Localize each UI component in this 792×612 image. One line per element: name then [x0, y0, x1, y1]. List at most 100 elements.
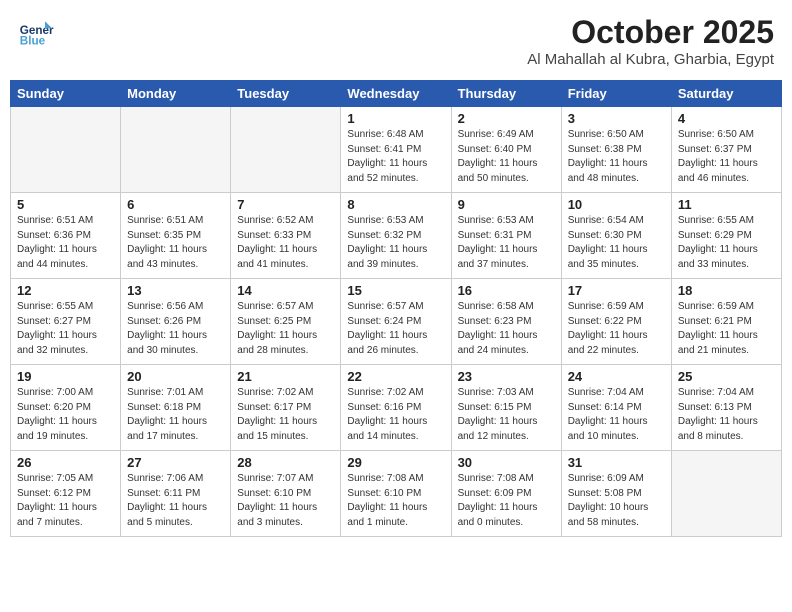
- calendar-cell: 1 Sunrise: 6:48 AM Sunset: 6:41 PM Daylig…: [341, 107, 451, 193]
- calendar-cell: 28 Sunrise: 7:07 AM Sunset: 6:10 PM Dayli…: [231, 451, 341, 537]
- cell-sun-info: Sunrise: 6:59 AM Sunset: 6:22 PM Dayligh…: [568, 300, 665, 358]
- calendar-cell: 7 Sunrise: 6:52 AM Sunset: 6:33 PM Daylig…: [231, 193, 341, 279]
- cell-sun-info: Sunrise: 7:01 AM Sunset: 6:18 PM Dayligh…: [127, 386, 224, 444]
- day-number: 27: [127, 455, 224, 470]
- cell-sun-info: Sunrise: 6:49 AM Sunset: 6:40 PM Dayligh…: [458, 128, 555, 186]
- cell-sun-info: Sunrise: 7:02 AM Sunset: 6:17 PM Dayligh…: [237, 386, 334, 444]
- cell-sun-info: Sunrise: 6:48 AM Sunset: 6:41 PM Dayligh…: [347, 128, 444, 186]
- day-number: 25: [678, 369, 775, 384]
- cell-sun-info: Sunrise: 6:51 AM Sunset: 6:36 PM Dayligh…: [17, 214, 114, 272]
- calendar-cell: 18 Sunrise: 6:59 AM Sunset: 6:21 PM Dayli…: [671, 279, 781, 365]
- cell-sun-info: Sunrise: 6:50 AM Sunset: 6:37 PM Dayligh…: [678, 128, 775, 186]
- calendar-cell: 23 Sunrise: 7:03 AM Sunset: 6:15 PM Dayli…: [451, 365, 561, 451]
- calendar-cell: [11, 107, 121, 193]
- calendar-table: SundayMondayTuesdayWednesdayThursdayFrid…: [10, 80, 782, 537]
- week-row-2: 5 Sunrise: 6:51 AM Sunset: 6:36 PM Daylig…: [11, 193, 782, 279]
- calendar-cell: 10 Sunrise: 6:54 AM Sunset: 6:30 PM Dayli…: [561, 193, 671, 279]
- day-number: 20: [127, 369, 224, 384]
- cell-sun-info: Sunrise: 6:52 AM Sunset: 6:33 PM Dayligh…: [237, 214, 334, 272]
- calendar-cell: 19 Sunrise: 7:00 AM Sunset: 6:20 PM Dayli…: [11, 365, 121, 451]
- calendar-cell: 22Sunrise: 7:02 AM Sunset: 6:16 PM Dayli…: [341, 365, 451, 451]
- weekday-header-monday: Monday: [121, 81, 231, 107]
- weekday-header-tuesday: Tuesday: [231, 81, 341, 107]
- day-number: 8: [347, 197, 444, 212]
- calendar-cell: 5 Sunrise: 6:51 AM Sunset: 6:36 PM Daylig…: [11, 193, 121, 279]
- week-row-1: 1 Sunrise: 6:48 AM Sunset: 6:41 PM Daylig…: [11, 107, 782, 193]
- calendar-cell: 20 Sunrise: 7:01 AM Sunset: 6:18 PM Dayli…: [121, 365, 231, 451]
- weekday-header-sunday: Sunday: [11, 81, 121, 107]
- calendar-cell: 21 Sunrise: 7:02 AM Sunset: 6:17 PM Dayli…: [231, 365, 341, 451]
- day-number: 10: [568, 197, 665, 212]
- calendar-cell: 15 Sunrise: 6:57 AM Sunset: 6:24 PM Dayli…: [341, 279, 451, 365]
- calendar-cell: [671, 451, 781, 537]
- calendar-cell: [121, 107, 231, 193]
- calendar-cell: 8 Sunrise: 6:53 AM Sunset: 6:32 PM Daylig…: [341, 193, 451, 279]
- day-number: 26: [17, 455, 114, 470]
- cell-sun-info: Sunrise: 7:00 AM Sunset: 6:20 PM Dayligh…: [17, 386, 114, 444]
- day-number: 29: [347, 455, 444, 470]
- day-number: 5: [17, 197, 114, 212]
- cell-sun-info: Sunrise: 7:07 AM Sunset: 6:10 PM Dayligh…: [237, 472, 334, 530]
- day-number: 17: [568, 283, 665, 298]
- page-header: General Blue October 2025 Al Mahallah al…: [10, 10, 782, 72]
- calendar-cell: 25 Sunrise: 7:04 AM Sunset: 6:13 PM Dayli…: [671, 365, 781, 451]
- cell-sun-info: Sunrise: 6:59 AM Sunset: 6:21 PM Dayligh…: [678, 300, 775, 358]
- cell-sun-info: Sunrise: 7:05 AM Sunset: 6:12 PM Dayligh…: [17, 472, 114, 530]
- day-number: 19: [17, 369, 114, 384]
- day-number: 15: [347, 283, 444, 298]
- day-number: 1: [347, 111, 444, 126]
- cell-sun-info: Sunrise: 6:58 AM Sunset: 6:23 PM Dayligh…: [458, 300, 555, 358]
- cell-sun-info: Sunrise: 7:04 AM Sunset: 6:14 PM Dayligh…: [568, 386, 665, 444]
- calendar-cell: [231, 107, 341, 193]
- cell-sun-info: Sunrise: 7:08 AM Sunset: 6:09 PM Dayligh…: [458, 472, 555, 530]
- cell-sun-info: Sunrise: 6:53 AM Sunset: 6:32 PM Dayligh…: [347, 214, 444, 272]
- cell-sun-info: Sunrise: 7:04 AM Sunset: 6:13 PM Dayligh…: [678, 386, 775, 444]
- week-row-5: 26 Sunrise: 7:05 AM Sunset: 6:12 PM Dayli…: [11, 451, 782, 537]
- cell-sun-info: Sunrise: 7:06 AM Sunset: 6:11 PM Dayligh…: [127, 472, 224, 530]
- calendar-cell: 2Sunrise: 6:49 AM Sunset: 6:40 PM Daylig…: [451, 107, 561, 193]
- day-number: 21: [237, 369, 334, 384]
- calendar-cell: 6 Sunrise: 6:51 AM Sunset: 6:35 PM Daylig…: [121, 193, 231, 279]
- weekday-header-friday: Friday: [561, 81, 671, 107]
- cell-sun-info: Sunrise: 6:55 AM Sunset: 6:27 PM Dayligh…: [17, 300, 114, 358]
- cell-sun-info: Sunrise: 7:02 AM Sunset: 6:16 PM Dayligh…: [347, 386, 444, 444]
- calendar-cell: 13 Sunrise: 6:56 AM Sunset: 6:26 PM Dayli…: [121, 279, 231, 365]
- cell-sun-info: Sunrise: 6:50 AM Sunset: 6:38 PM Dayligh…: [568, 128, 665, 186]
- day-number: 6: [127, 197, 224, 212]
- day-number: 3: [568, 111, 665, 126]
- day-number: 7: [237, 197, 334, 212]
- cell-sun-info: Sunrise: 6:55 AM Sunset: 6:29 PM Dayligh…: [678, 214, 775, 272]
- cell-sun-info: Sunrise: 7:08 AM Sunset: 6:10 PM Dayligh…: [347, 472, 444, 530]
- cell-sun-info: Sunrise: 6:56 AM Sunset: 6:26 PM Dayligh…: [127, 300, 224, 358]
- month-title: October 2025: [527, 14, 774, 51]
- calendar-cell: 26 Sunrise: 7:05 AM Sunset: 6:12 PM Dayli…: [11, 451, 121, 537]
- day-number: 11: [678, 197, 775, 212]
- calendar-cell: 11 Sunrise: 6:55 AM Sunset: 6:29 PM Dayli…: [671, 193, 781, 279]
- calendar-cell: 29 Sunrise: 7:08 AM Sunset: 6:10 PM Dayli…: [341, 451, 451, 537]
- week-row-4: 19 Sunrise: 7:00 AM Sunset: 6:20 PM Dayli…: [11, 365, 782, 451]
- cell-sun-info: Sunrise: 6:57 AM Sunset: 6:25 PM Dayligh…: [237, 300, 334, 358]
- day-number: 14: [237, 283, 334, 298]
- calendar-cell: 31Sunrise: 6:09 AM Sunset: 5:08 PM Dayli…: [561, 451, 671, 537]
- cell-sun-info: Sunrise: 6:57 AM Sunset: 6:24 PM Dayligh…: [347, 300, 444, 358]
- week-row-3: 12Sunrise: 6:55 AM Sunset: 6:27 PM Dayli…: [11, 279, 782, 365]
- logo: General Blue: [18, 14, 58, 50]
- cell-sun-info: Sunrise: 6:54 AM Sunset: 6:30 PM Dayligh…: [568, 214, 665, 272]
- day-number: 24: [568, 369, 665, 384]
- day-number: 13: [127, 283, 224, 298]
- calendar-cell: 9Sunrise: 6:53 AM Sunset: 6:31 PM Daylig…: [451, 193, 561, 279]
- cell-sun-info: Sunrise: 6:53 AM Sunset: 6:31 PM Dayligh…: [458, 214, 555, 272]
- day-number: 28: [237, 455, 334, 470]
- day-number: 4: [678, 111, 775, 126]
- cell-sun-info: Sunrise: 6:09 AM Sunset: 5:08 PM Dayligh…: [568, 472, 665, 530]
- day-number: 23: [458, 369, 555, 384]
- weekday-header-wednesday: Wednesday: [341, 81, 451, 107]
- cell-sun-info: Sunrise: 6:51 AM Sunset: 6:35 PM Dayligh…: [127, 214, 224, 272]
- calendar-cell: 24 Sunrise: 7:04 AM Sunset: 6:14 PM Dayli…: [561, 365, 671, 451]
- day-number: 18: [678, 283, 775, 298]
- cell-sun-info: Sunrise: 7:03 AM Sunset: 6:15 PM Dayligh…: [458, 386, 555, 444]
- calendar-cell: 16Sunrise: 6:58 AM Sunset: 6:23 PM Dayli…: [451, 279, 561, 365]
- weekday-header-saturday: Saturday: [671, 81, 781, 107]
- calendar-cell: 4 Sunrise: 6:50 AM Sunset: 6:37 PM Daylig…: [671, 107, 781, 193]
- calendar-cell: 12Sunrise: 6:55 AM Sunset: 6:27 PM Dayli…: [11, 279, 121, 365]
